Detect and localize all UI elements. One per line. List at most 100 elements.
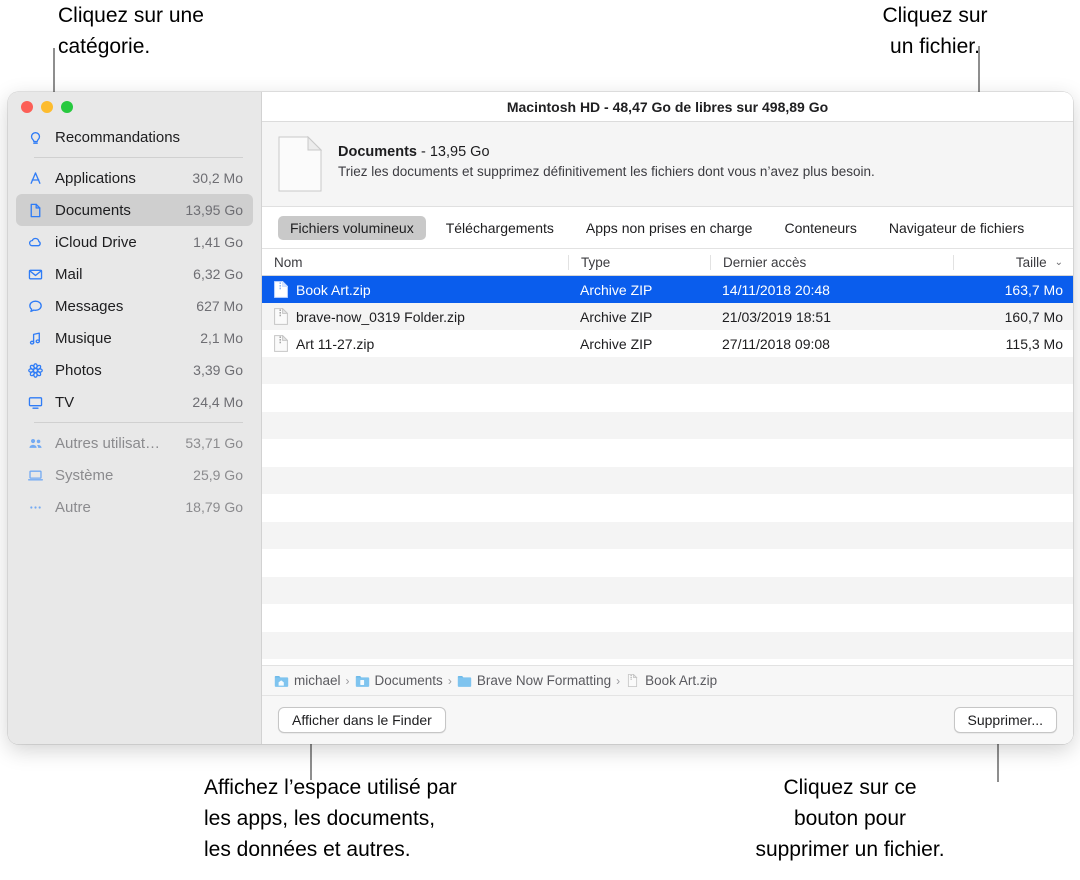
breadcrumb-label: michael [294, 673, 341, 688]
sidebar-item-label: iCloud Drive [55, 233, 137, 251]
file-name: Book Art.zip [296, 281, 371, 298]
sidebar-item-label: Documents [55, 201, 131, 219]
tab-conteneurs[interactable]: Conteneurs [772, 216, 868, 240]
cell-last-access: 14/11/2018 20:48 [722, 281, 830, 298]
zip-file-icon [274, 308, 288, 325]
reveal-in-finder-button[interactable]: Afficher dans le Finder [278, 707, 446, 733]
file-name: brave-now_0319 Folder.zip [296, 308, 465, 325]
breadcrumb-item[interactable]: Documents [355, 673, 443, 688]
callout-view-space-used: Affichez l’espace utilisé par les apps, … [204, 776, 457, 861]
breadcrumb-item[interactable]: Book Art.zip [625, 673, 717, 688]
column-header-type[interactable]: Type [568, 254, 710, 270]
sidebar-item-size: 2,1 Mo [200, 330, 243, 346]
column-header-size-label: Taille [1015, 254, 1047, 270]
sidebar-item-photos[interactable]: Photos 3,39 Go [16, 354, 253, 386]
empty-row [262, 577, 1073, 604]
delete-button[interactable]: Supprimer... [953, 707, 1057, 733]
ellipsis-icon [24, 499, 46, 516]
sidebar-item-autre[interactable]: Autre 18,79 Go [16, 491, 253, 523]
row-spacer [262, 494, 1073, 522]
sidebar-item-autres-utilisat[interactable]: Autres utilisat… 53,71 Go [16, 427, 253, 459]
category-summary-text: Documents - 13,95 Go Triez les documents… [338, 134, 875, 179]
photos-icon [24, 362, 46, 379]
sidebar-item-label: Musique [55, 329, 112, 347]
tab-bar: Fichiers volumineux Téléchargements Apps n… [262, 207, 1073, 248]
zip-file-icon [274, 335, 288, 352]
zoom-button[interactable] [61, 100, 73, 113]
envelope-icon [24, 266, 46, 283]
sidebar-item-size: 24,4 Mo [192, 394, 243, 410]
empty-row [262, 522, 1073, 549]
breadcrumb-item[interactable]: michael [274, 673, 341, 688]
column-header-size[interactable]: Taille ⌄ [953, 254, 1073, 270]
tab-navigateur-de-fichiers[interactable]: Navigateur de fichiers [877, 216, 1036, 240]
zip-file-icon [628, 674, 638, 687]
chevron-down-icon: ⌄ [1054, 256, 1063, 268]
sidebar-item-label: Applications [55, 169, 136, 187]
folder-icon [457, 676, 472, 687]
tab-fichiers-volumineux[interactable]: Fichiers volumineux [278, 216, 426, 240]
content-pane: Macintosh HD - 48,47 Go de libres sur 49… [262, 92, 1073, 744]
empty-row [262, 357, 1073, 384]
sidebar-item-label: Autres utilisat… [55, 434, 161, 452]
sidebar-item-label: Système [55, 466, 114, 484]
cell-size: 160,7 Mo [1004, 308, 1063, 325]
column-header-last-access[interactable]: Dernier accès [710, 254, 922, 270]
appstore-icon [24, 170, 46, 187]
empty-row [262, 412, 1073, 439]
sidebar-item-label: TV [55, 393, 75, 411]
callout-click-a-file: Cliquez sur un fichier. [882, 4, 988, 58]
breadcrumb-separator: › [345, 673, 350, 688]
category-summary-name: Documents [338, 144, 417, 160]
table-row[interactable]: Art 11-27.zip Archive ZIP 27/11/2018 09:08… [262, 330, 1073, 357]
sidebar-item-label: Mail [55, 265, 83, 283]
breadcrumb-separator: › [616, 673, 621, 688]
sidebar-item-recommandations[interactable]: Recommandations [16, 121, 253, 153]
sidebar-item-icloud-drive[interactable]: iCloud Drive 1,41 Go [16, 226, 253, 258]
breadcrumb-separator: › [447, 673, 452, 688]
category-summary-size: - 13,95 Go [416, 144, 490, 160]
sidebar-item-label: Photos [55, 361, 102, 379]
chat-bubble-icon [24, 298, 46, 315]
breadcrumb-label: Brave Now Formatting [476, 673, 612, 688]
zip-file-icon [274, 281, 288, 298]
close-button[interactable] [21, 100, 33, 113]
sidebar-item-size: 627 Mo [196, 298, 243, 314]
sidebar-item-label: Recommandations [55, 128, 181, 146]
column-header-name[interactable]: Nom [262, 255, 568, 270]
sidebar-item-applications[interactable]: Applications 30,2 Mo [16, 162, 253, 194]
sidebar-category-list: Recommandations Applications 30,2 Mo Docume… [8, 121, 261, 523]
documents-folder-icon [355, 676, 369, 687]
cell-name: brave-now_0319 Folder.zip [262, 308, 568, 325]
sidebar-item-mail[interactable]: Mail 6,32 Go [16, 258, 253, 290]
sidebar-item-tv[interactable]: TV 24,4 Mo [16, 386, 253, 418]
sidebar-item-syst-me[interactable]: Système 25,9 Go [16, 459, 253, 491]
tab-t-l-chargements[interactable]: Téléchargements [434, 216, 566, 240]
sidebar-item-musique[interactable]: Musique 2,1 Mo [16, 322, 253, 354]
sidebar-separator [34, 157, 243, 158]
sidebar-item-documents[interactable]: Documents 13,95 Go [16, 194, 253, 226]
action-bar: Afficher dans le Finder Supprimer... [262, 695, 1073, 744]
cell-size: 163,7 Mo [1004, 281, 1063, 298]
sidebar-item-size: 13,95 Go [185, 202, 243, 218]
table-row[interactable]: Book Art.zip Archive ZIP 14/11/2018 20:48 1… [262, 276, 1073, 303]
breadcrumb-label: Documents [374, 673, 443, 688]
sidebar-item-messages[interactable]: Messages 627 Mo [16, 290, 253, 322]
sidebar-item-size: 3,39 Go [193, 362, 243, 378]
sidebar-item-size: 53,71 Go [185, 435, 243, 451]
cell-name: Book Art.zip [262, 281, 568, 298]
tv-icon [24, 394, 46, 411]
sidebar: Recommandations Applications 30,2 Mo Docume… [8, 92, 262, 744]
file-name: Art 11-27.zip [296, 335, 375, 352]
file-list[interactable]: Book Art.zip Archive ZIP 14/11/2018 20:48 1… [262, 276, 1073, 665]
breadcrumb-item[interactable]: Brave Now Formatting [457, 673, 611, 688]
sidebar-item-size: 6,32 Go [193, 266, 243, 282]
document-large-icon [278, 136, 322, 192]
tab-apps-non-prises-en-charge[interactable]: Apps non prises en charge [574, 216, 765, 240]
category-summary: Documents - 13,95 Go Triez les documents… [262, 122, 1073, 207]
minimize-button[interactable] [41, 100, 53, 113]
sidebar-item-size: 25,9 Go [193, 467, 243, 483]
row-spacer [262, 439, 1073, 467]
table-row[interactable]: brave-now_0319 Folder.zip Archive ZIP 21/0… [262, 303, 1073, 330]
cell-last-access: 27/11/2018 09:08 [722, 335, 830, 352]
